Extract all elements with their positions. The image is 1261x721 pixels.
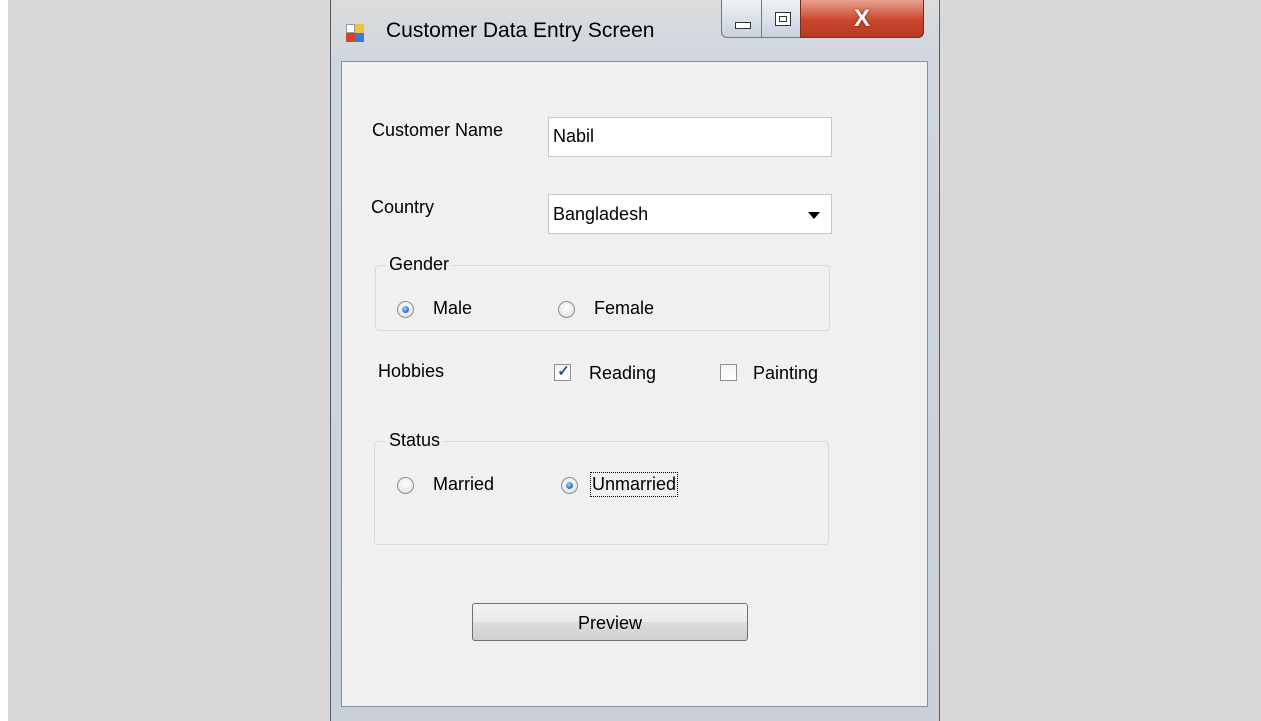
hobby-painting-label[interactable]: Painting [753, 363, 818, 384]
status-legend: Status [386, 430, 444, 451]
close-button[interactable]: X [800, 0, 924, 38]
country-select[interactable]: Bangladesh [548, 194, 832, 234]
hobby-painting-checkbox[interactable] [720, 364, 737, 381]
customer-name-input[interactable]: Nabil [548, 117, 832, 157]
app-window: Customer Data Entry Screen X Customer Na… [330, 0, 940, 721]
app-window-icon [346, 24, 366, 44]
gender-female-radio[interactable] [558, 301, 575, 318]
status-married-radio[interactable] [397, 477, 414, 494]
form-client-area: Customer Name Nabil Country Bangladesh G… [341, 61, 928, 707]
hobby-reading-label[interactable]: Reading [589, 363, 656, 384]
background-left [8, 0, 330, 721]
gender-group: Gender Male Female [375, 254, 830, 331]
chevron-down-icon[interactable] [808, 212, 820, 219]
gender-female-label[interactable]: Female [594, 298, 654, 319]
country-label: Country [371, 197, 435, 217]
maximize-icon [775, 12, 791, 26]
status-married-label[interactable]: Married [433, 474, 494, 495]
preview-button[interactable]: Preview [472, 603, 748, 641]
country-selected-value: Bangladesh [553, 204, 649, 224]
maximize-button[interactable] [761, 0, 801, 38]
hobby-reading-checkbox[interactable]: ✓ [554, 363, 571, 381]
caption-buttons: X [721, 0, 932, 40]
status-unmarried-label[interactable]: Unmarried [589, 472, 679, 497]
background-right [940, 0, 1261, 721]
close-icon: X [853, 5, 870, 32]
status-group: Status Married Unmarried [374, 430, 829, 545]
window-title: Customer Data Entry Screen [386, 19, 655, 42]
hobbies-label: Hobbies [378, 361, 445, 381]
minimize-button[interactable] [721, 0, 762, 38]
minimize-icon [735, 22, 751, 29]
status-unmarried-radio[interactable] [561, 477, 578, 494]
gender-male-radio[interactable] [397, 301, 414, 318]
gender-legend: Gender [386, 254, 453, 275]
gender-male-label[interactable]: Male [433, 298, 472, 319]
checkmark-icon: ✓ [557, 363, 570, 380]
customer-name-label: Customer Name [372, 120, 504, 140]
